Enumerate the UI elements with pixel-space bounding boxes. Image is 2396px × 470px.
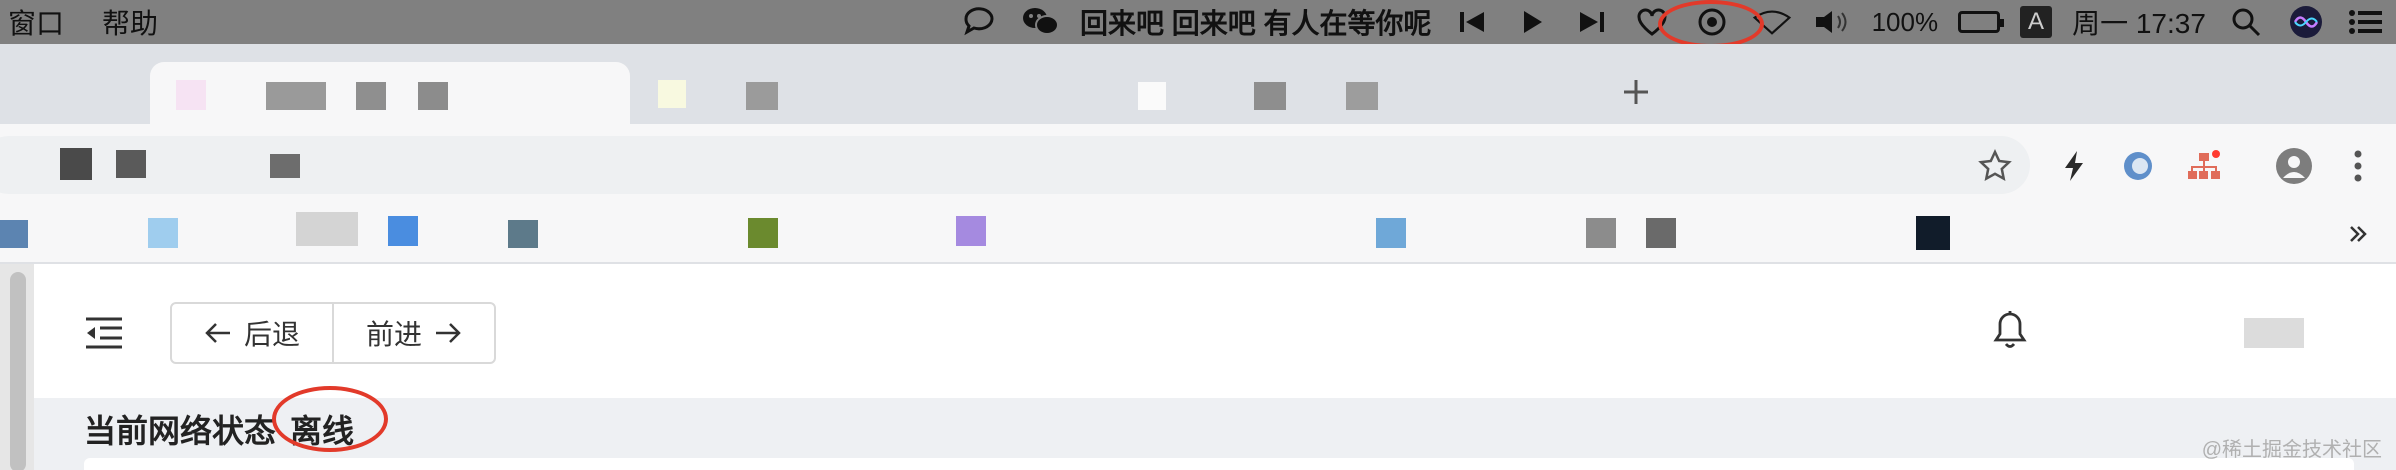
siri-icon[interactable]	[2286, 2, 2326, 42]
forward-button-label: 前进	[365, 319, 422, 350]
tab-title-redacted	[266, 82, 326, 110]
tab-title-redacted	[746, 82, 778, 110]
menu-toggle-icon[interactable]	[84, 316, 124, 350]
url-redacted	[60, 148, 92, 180]
bell-icon[interactable]	[1992, 310, 2028, 355]
bookmark-favicon[interactable]	[0, 220, 28, 248]
browser-toolbar	[0, 124, 2396, 206]
url-redacted	[116, 150, 146, 178]
browser-tab-strip	[0, 44, 2396, 124]
scrollbar-thumb[interactable]	[10, 272, 26, 470]
now-playing-text[interactable]: 回来吧 回来吧 有人在等你呢	[1080, 2, 1432, 42]
bookmark-favicon[interactable]	[1646, 218, 1676, 248]
bookmarks-bar	[0, 206, 2396, 264]
extension-icon[interactable]	[2118, 146, 2158, 186]
sitemap-extension-icon[interactable]	[2184, 146, 2224, 186]
search-icon[interactable]	[2226, 2, 2266, 42]
input-method-indicator[interactable]: A	[2020, 6, 2053, 38]
tab-title-redacted	[356, 82, 386, 110]
macos-menu-bar: 窗口 帮助 回来吧 回来吧 有人在等你呢 100% A 周一 17:37	[0, 0, 2396, 44]
menu-window[interactable]: 窗口	[8, 2, 64, 42]
address-bar[interactable]	[0, 136, 2030, 194]
tab-active[interactable]	[150, 62, 630, 124]
bookmark-favicon[interactable]	[1586, 218, 1616, 248]
watermark: @稀土掘金技术社区	[2201, 439, 2382, 461]
arrow-left-icon	[205, 323, 230, 343]
control-center-icon[interactable]	[2346, 2, 2386, 42]
content-card	[84, 458, 2354, 470]
bookmark-favicon[interactable]	[508, 220, 538, 248]
arrow-right-icon	[436, 323, 461, 343]
forward-button[interactable]: 前进	[332, 304, 494, 362]
app-header: 后退 前进	[34, 264, 2396, 398]
bookmark-favicon[interactable]	[296, 212, 358, 246]
battery-percent: 100%	[1871, 6, 1939, 37]
chevron-double-right-icon[interactable]	[2338, 214, 2378, 254]
url-redacted	[270, 154, 300, 178]
app-menus: 窗口 帮助	[0, 2, 158, 42]
history-nav-group: 后退 前进	[170, 302, 496, 364]
status-annotation-circle	[272, 386, 388, 452]
wechat-icon[interactable]	[1020, 2, 1060, 42]
back-button-label: 后退	[243, 319, 300, 350]
tab-inactive[interactable]	[650, 62, 1110, 124]
tab-favicon	[176, 80, 206, 110]
volume-icon[interactable]	[1812, 2, 1852, 42]
bookmark-favicon[interactable]	[956, 216, 986, 246]
scrollbar-track[interactable]	[0, 264, 34, 470]
more-icon[interactable]	[2338, 146, 2378, 186]
bolt-icon[interactable]	[2054, 146, 2094, 186]
tab-title-redacted	[1254, 82, 1286, 110]
tab-title-redacted	[418, 82, 448, 110]
battery-icon[interactable]	[1958, 11, 2005, 33]
star-icon[interactable]	[1975, 146, 2015, 186]
bookmark-favicon[interactable]	[1916, 216, 1950, 250]
tab-favicon	[1138, 82, 1166, 110]
menubar-clock[interactable]: 周一 17:37	[2072, 2, 2206, 42]
chat-bubble-icon[interactable]	[960, 2, 1000, 42]
bookmark-favicon[interactable]	[1376, 218, 1406, 248]
profile-icon[interactable]	[2274, 146, 2314, 186]
tab-inactive[interactable]	[1130, 62, 1590, 124]
new-tab-icon[interactable]	[1618, 76, 1654, 112]
user-avatar[interactable]	[2244, 318, 2304, 348]
page-content: 后退 前进 当前网络状态 离线 @稀土掘金技术社区	[0, 264, 2396, 470]
bookmark-favicon[interactable]	[388, 216, 418, 246]
menu-help[interactable]: 帮助	[102, 2, 158, 42]
back-button[interactable]: 后退	[172, 304, 332, 362]
prev-track-icon[interactable]	[1452, 2, 1492, 42]
tab-favicon	[658, 80, 686, 108]
play-icon[interactable]	[1512, 2, 1552, 42]
wifi-annotation-circle	[1658, 0, 1764, 48]
tab-title-redacted	[1346, 82, 1378, 110]
next-track-icon[interactable]	[1572, 2, 1612, 42]
bookmark-favicon[interactable]	[748, 218, 778, 248]
bookmark-favicon[interactable]	[148, 218, 178, 248]
network-status-label: 当前网络状态	[84, 413, 277, 449]
